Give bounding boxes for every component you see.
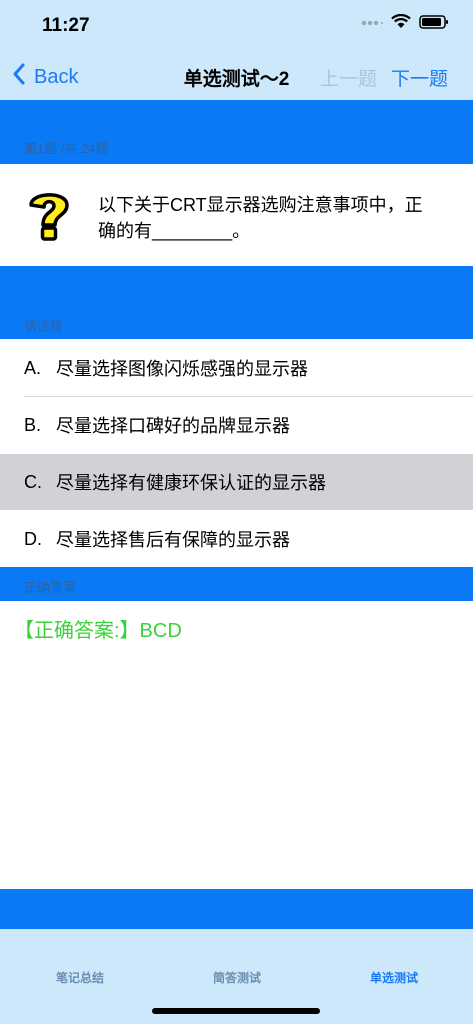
option-letter: A.	[24, 357, 42, 378]
option-text: 尽量选择有健康环保认证的显示器	[56, 473, 326, 493]
home-indicator	[152, 1008, 320, 1014]
bottom-band	[0, 889, 473, 929]
correct-answer-text: 【正确答案:】BCD	[14, 620, 182, 642]
tab-notes-summary[interactable]: 笔记总结	[56, 969, 104, 986]
next-question-button[interactable]: 下一题	[391, 64, 448, 91]
back-button[interactable]: Back	[12, 62, 78, 92]
options-header-band: 请选择	[0, 266, 473, 339]
answer-header-band: 正确答案	[0, 567, 473, 601]
status-time: 11:27	[42, 15, 90, 36]
signal-icon	[361, 15, 383, 33]
option-a[interactable]: A. 尽量选择图像闪烁感强的显示器	[0, 340, 473, 396]
question-counter-band: 第1题 /共 24题	[0, 100, 473, 164]
option-text: 尽量选择售后有保障的显示器	[56, 530, 290, 550]
option-letter: C.	[24, 471, 42, 492]
tab-short-answer-test[interactable]: 简答测试	[213, 969, 261, 986]
option-letter: B.	[24, 414, 42, 435]
option-text: 尽量选择图像闪烁感强的显示器	[56, 359, 308, 379]
answer-header: 正确答案	[24, 580, 77, 595]
question-text: 以下关于CRT显示器选购注意事项中，正确的有________。	[98, 195, 423, 241]
question-counter: 第1题 /共 24题	[24, 141, 109, 156]
previous-question-button[interactable]: 上一题	[320, 64, 377, 91]
navigation-bar: Back 单选测试～2 上一题 下一题	[0, 52, 473, 100]
status-bar: 11:27	[0, 0, 473, 52]
tab-single-choice-test[interactable]: 单选测试	[370, 969, 418, 986]
option-letter: D.	[24, 528, 42, 549]
question-card: 以下关于CRT显示器选购注意事项中，正确的有________。	[0, 164, 473, 266]
battery-icon	[419, 14, 449, 34]
option-b[interactable]: B. 尽量选择口碑好的品牌显示器	[0, 397, 473, 453]
option-c[interactable]: C. 尽量选择有健康环保认证的显示器	[0, 454, 473, 510]
back-label: Back	[34, 65, 79, 88]
option-text: 尽量选择口碑好的品牌显示器	[56, 416, 290, 436]
status-icons	[361, 13, 449, 34]
wifi-icon	[391, 13, 411, 34]
question-mark-icon	[24, 188, 74, 247]
option-d[interactable]: D. 尽量选择售后有保障的显示器	[0, 511, 473, 567]
chevron-left-icon	[12, 62, 26, 92]
options-header: 请选择	[24, 319, 64, 334]
